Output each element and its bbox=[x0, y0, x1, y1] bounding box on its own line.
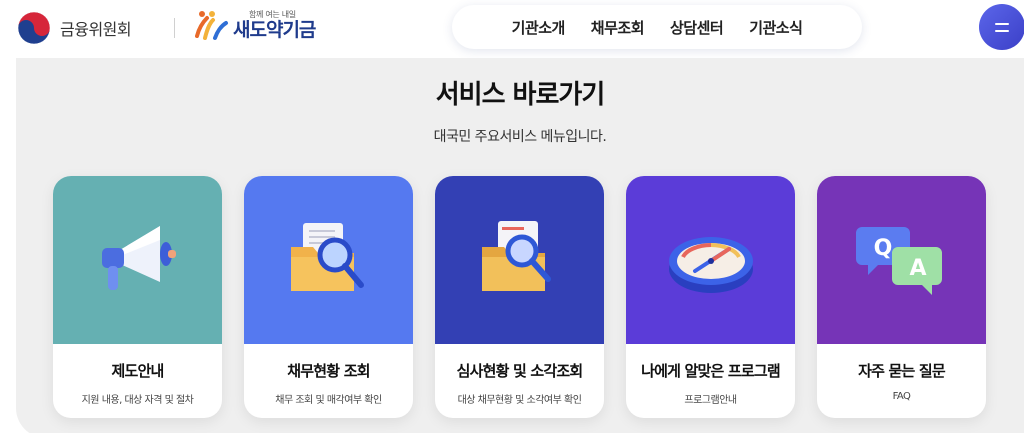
fsc-logo[interactable]: 금융위원회 bbox=[16, 10, 132, 46]
taegeuk-icon bbox=[17, 11, 51, 45]
card-top bbox=[53, 176, 222, 344]
qa-bubble-icon: Q A bbox=[855, 227, 942, 295]
card-title: 나에게 알맞은 프로그램 bbox=[641, 362, 781, 380]
card-desc: 채무 조회 및 매각여부 확인 bbox=[275, 395, 382, 406]
card-system-guide[interactable]: 제도안내 지원 내용, 대상 자격 및 절차 bbox=[53, 176, 222, 418]
card-desc: 프로그램안내 bbox=[684, 395, 737, 406]
fsc-logo-text: 금융위원회 bbox=[60, 20, 132, 39]
section-title: 서비스 바로가기 bbox=[435, 80, 606, 110]
nav-item-counseling[interactable]: 상담센터 bbox=[670, 17, 724, 38]
folder-review-icon bbox=[481, 221, 551, 291]
card-debt-status[interactable]: 채무현황 조회 채무 조회 및 매각여부 확인 bbox=[244, 176, 413, 418]
folder-search-icon bbox=[290, 223, 364, 291]
card-title: 채무현황 조회 bbox=[287, 362, 370, 380]
nav-item-news[interactable]: 기관소식 bbox=[749, 17, 803, 38]
menu-icon bbox=[995, 22, 1009, 32]
card-desc: 지원 내용, 대상 자격 및 절차 bbox=[81, 395, 194, 406]
section-subtitle: 대국민 주요서비스 메뉴입니다. bbox=[433, 129, 607, 145]
card-top bbox=[244, 176, 413, 344]
card-bottom: 채무현황 조회 채무 조회 및 매각여부 확인 bbox=[244, 344, 413, 418]
card-bottom: 제도안내 지원 내용, 대상 자격 및 절차 bbox=[53, 344, 222, 418]
card-bottom: 심사현황 및 소각조회 대상 채무현황 및 소각여부 확인 bbox=[435, 344, 604, 418]
card-desc: FAQ bbox=[892, 391, 911, 402]
main-nav: 기관소개 채무조회 상담센터 기관소식 bbox=[452, 5, 862, 49]
saedoyak-logo-sub: 함께 여는 내일 bbox=[249, 9, 296, 19]
card-title: 자주 묻는 질문 bbox=[858, 362, 946, 380]
saedoyak-mark-icon bbox=[195, 11, 228, 40]
nav-item-debt-inquiry[interactable]: 채무조회 bbox=[591, 17, 645, 38]
compass-icon bbox=[668, 237, 753, 293]
card-bottom: 나에게 알맞은 프로그램 프로그램안내 bbox=[626, 344, 795, 418]
logo-divider bbox=[174, 18, 175, 38]
menu-button[interactable] bbox=[979, 4, 1024, 50]
card-top: Q A bbox=[817, 176, 986, 344]
saedoyak-logo-text: 새도약기금 bbox=[233, 18, 316, 41]
megaphone-icon bbox=[101, 226, 176, 290]
card-top bbox=[435, 176, 604, 344]
card-bottom: 자주 묻는 질문 FAQ bbox=[817, 344, 986, 418]
nav-item-about[interactable]: 기관소개 bbox=[512, 17, 566, 38]
card-top bbox=[626, 176, 795, 344]
card-title: 심사현황 및 소각조회 bbox=[456, 362, 584, 380]
card-title: 제도안내 bbox=[111, 362, 164, 380]
card-faq[interactable]: Q A 자주 묻는 질문 FAQ bbox=[817, 176, 986, 418]
saedoyak-logo[interactable]: 함께 여는 내일 새도약기금 bbox=[193, 8, 316, 42]
card-recommended-program[interactable]: 나에게 알맞은 프로그램 프로그램안내 bbox=[626, 176, 795, 418]
card-desc: 대상 채무현황 및 소각여부 확인 bbox=[457, 395, 582, 406]
header: 금융위원회 함께 여는 내일 새도약기금 기관소개 채무조회 상담센터 기관소식 bbox=[0, 0, 1024, 58]
svg-text:A: A bbox=[909, 256, 926, 281]
svg-text:Q: Q bbox=[873, 236, 892, 261]
card-review-status[interactable]: 심사현황 및 소각조회 대상 채무현황 및 소각여부 확인 bbox=[435, 176, 604, 418]
